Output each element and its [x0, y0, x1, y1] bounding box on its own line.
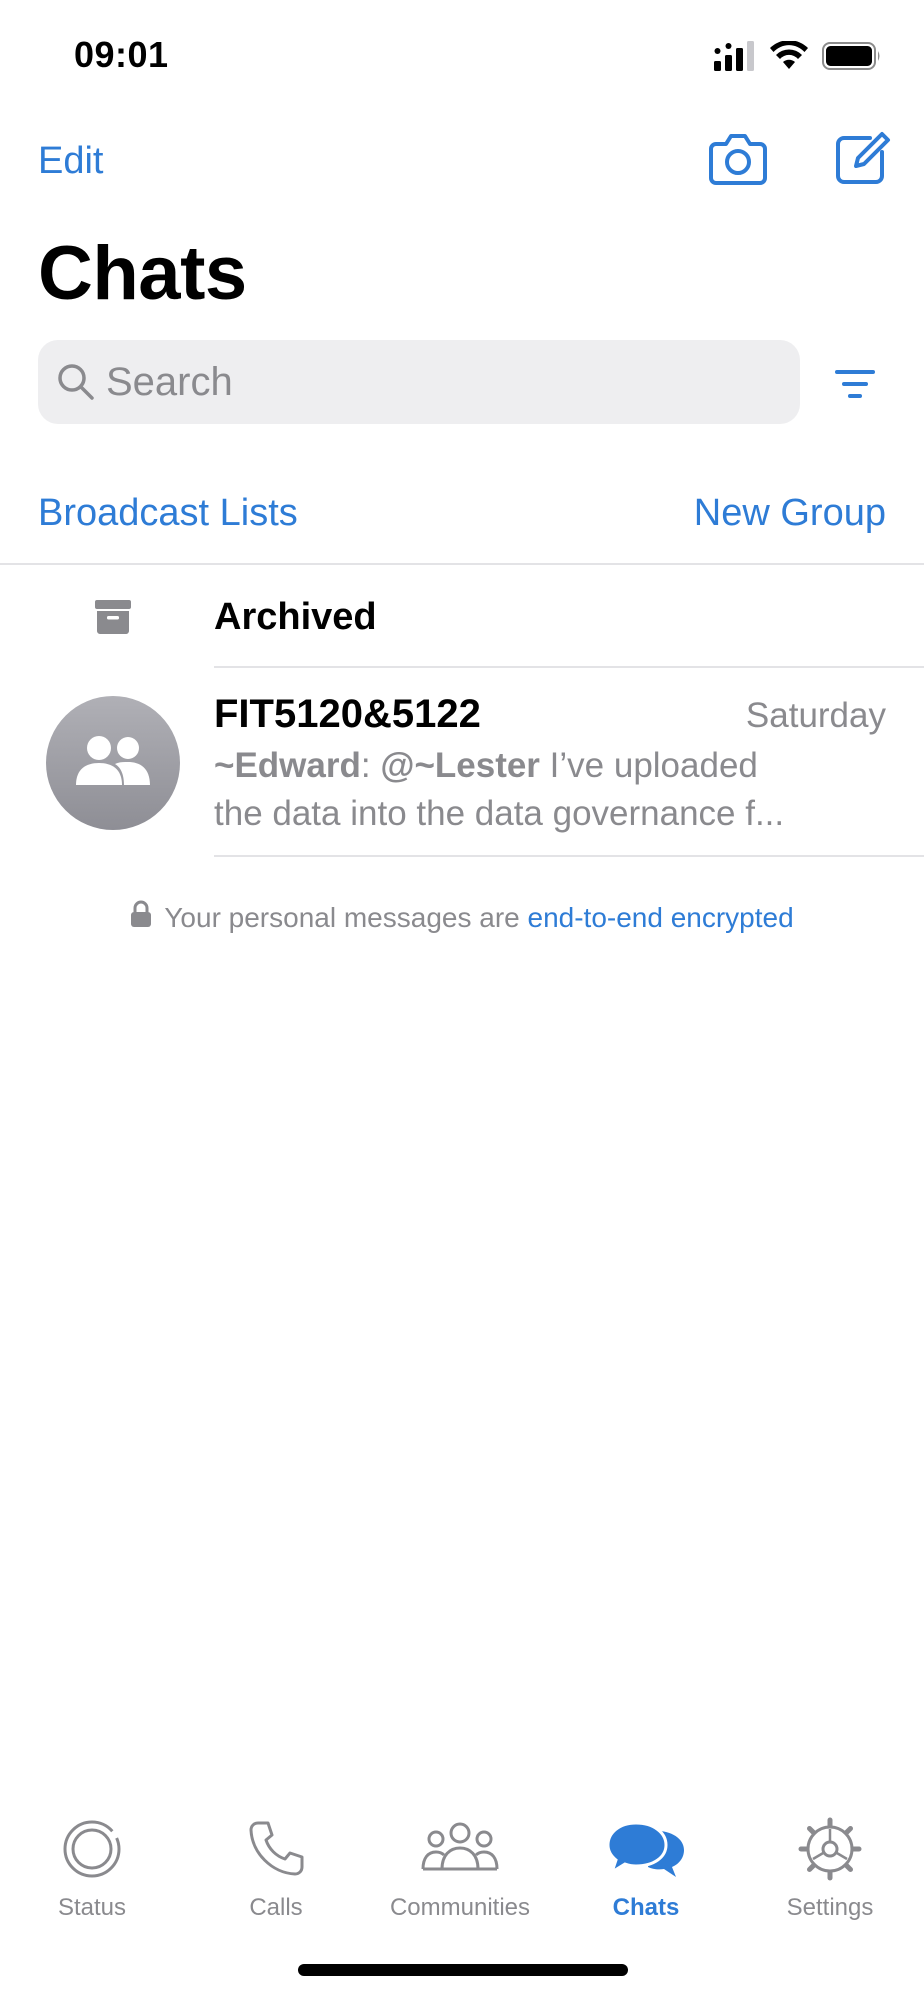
broadcast-lists-link[interactable]: Broadcast Lists [38, 492, 298, 535]
search-input[interactable] [106, 359, 746, 405]
page-title: Chats [38, 231, 247, 316]
divider [214, 855, 924, 857]
search-bar[interactable] [38, 340, 800, 424]
encryption-note: Your personal messages are end-to-end en… [0, 900, 924, 935]
wifi-icon [770, 39, 808, 76]
group-avatar [46, 696, 180, 830]
tab-label: Chats [612, 1894, 680, 1921]
filter-button[interactable] [834, 368, 876, 400]
camera-button[interactable] [708, 130, 768, 186]
preview-sender: ~Edward [214, 746, 361, 785]
archive-icon [94, 598, 132, 636]
compose-button[interactable] [832, 128, 892, 188]
group-icon [68, 731, 158, 796]
tab-label: Status [57, 1894, 127, 1921]
tab-label: Communities [389, 1894, 531, 1921]
preview-text-line2: the data into the data governance f... [214, 794, 785, 833]
archived-row[interactable] [0, 566, 924, 666]
phone-icon [244, 1812, 308, 1886]
gear-icon [798, 1812, 862, 1886]
edit-button[interactable]: Edit [38, 140, 103, 183]
tab-settings[interactable]: Settings [740, 1812, 920, 1922]
new-group-link[interactable]: New Group [694, 492, 886, 535]
tab-communities[interactable]: Communities [370, 1812, 550, 1922]
lock-icon [130, 900, 152, 935]
cellular-signal-icon [714, 40, 756, 76]
divider [0, 563, 924, 565]
search-icon [54, 360, 98, 404]
chats-icon [606, 1812, 686, 1886]
communities-icon [420, 1812, 500, 1886]
preview-mention: @~Lester [380, 746, 540, 785]
tab-calls[interactable]: Calls [186, 1812, 366, 1922]
preview-text: I’ve uploaded [539, 746, 758, 785]
home-indicator[interactable] [298, 1964, 628, 1976]
encryption-text: Your personal messages are [164, 901, 520, 933]
tab-label: Calls [249, 1894, 303, 1921]
battery-icon [822, 41, 882, 76]
chat-name: FIT5120&5122 [214, 692, 481, 736]
tab-label: Settings [786, 1894, 874, 1921]
tab-chats[interactable]: Chats [556, 1812, 736, 1922]
status-time: 09:01 [74, 34, 169, 75]
filter-icon [834, 370, 876, 404]
chat-timestamp: Saturday [745, 696, 886, 735]
encryption-link[interactable]: end-to-end encrypted [528, 902, 794, 933]
tab-status[interactable]: Status [2, 1812, 182, 1922]
status-icon [60, 1812, 124, 1886]
status-icons [714, 39, 882, 76]
archived-label: Archived [214, 596, 377, 638]
camera-icon [708, 134, 768, 190]
chat-preview: ~Edward: @~Lester I’ve uploaded the data… [214, 742, 794, 838]
compose-icon [832, 132, 892, 192]
